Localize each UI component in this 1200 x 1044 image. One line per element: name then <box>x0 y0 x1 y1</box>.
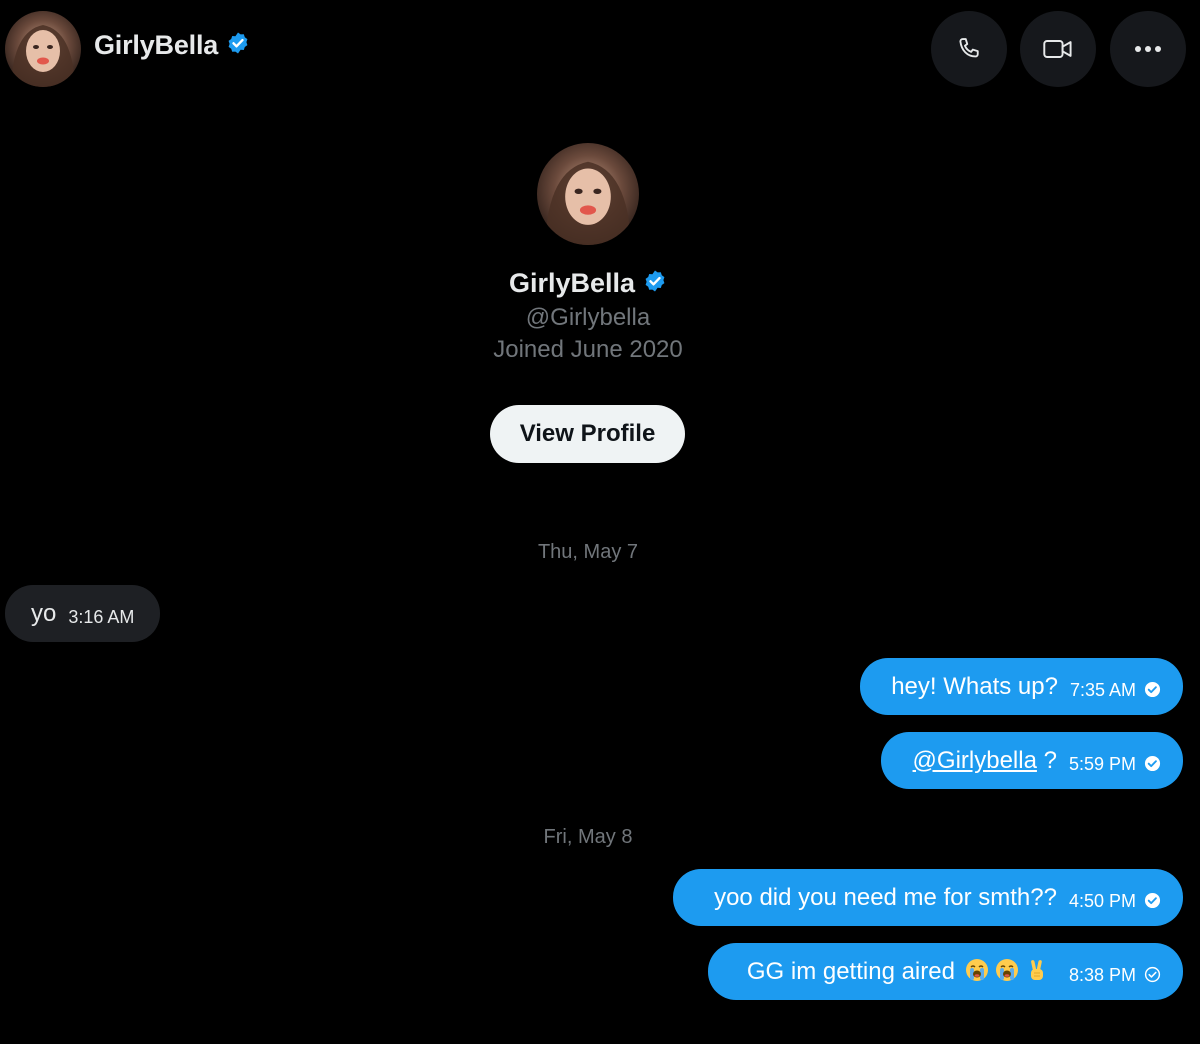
date-separator: Thu, May 7 <box>537 541 639 563</box>
victory-hand-icon <box>1025 958 1049 982</box>
avatar-image <box>5 11 81 87</box>
video-icon <box>1043 40 1072 58</box>
avatar-image <box>537 143 639 245</box>
header-title[interactable]: GirlyBella <box>94 30 250 61</box>
profile-joined-date: Joined June 2020 <box>493 336 683 363</box>
loudly-crying-face-icon <box>965 958 989 982</box>
profile-title: GirlyBella <box>0 268 1176 299</box>
sent-receipt-icon <box>1144 966 1161 988</box>
message-text: yo <box>31 599 57 627</box>
date-separator: Fri, May 8 <box>543 826 633 848</box>
read-receipt-icon <box>1144 892 1161 914</box>
video-call-button[interactable] <box>1020 11 1096 87</box>
header-avatar[interactable] <box>5 11 81 87</box>
call-button[interactable] <box>931 11 1007 87</box>
message-text: yoo did you need me for smth?? <box>714 883 1057 911</box>
mention-link[interactable]: @Girlybella <box>913 747 1037 774</box>
verified-badge-icon <box>643 269 667 298</box>
message-bubble-outgoing[interactable]: GG im getting aired 8:38 PM <box>708 943 1183 1000</box>
phone-icon <box>959 38 979 58</box>
message-bubble-outgoing[interactable]: @Girlybella ? 5:59 PM <box>881 732 1183 789</box>
more-button[interactable] <box>1110 11 1186 87</box>
read-receipt-icon <box>1144 755 1161 777</box>
profile-avatar[interactable] <box>537 143 639 245</box>
loudly-crying-face-icon <box>995 958 1019 982</box>
message-time: 7:35 AM <box>1069 680 1136 700</box>
message-bubble-incoming[interactable]: yo 3:16 AM <box>5 585 160 642</box>
profile-name: GirlyBella <box>508 268 636 298</box>
profile-handle: @Girlybella <box>525 304 651 331</box>
message-bubble-outgoing[interactable]: yoo did you need me for smth?? 4:50 PM <box>673 869 1183 926</box>
view-profile-button[interactable]: View Profile <box>490 405 685 463</box>
message-time: 4:50 PM <box>1068 891 1136 911</box>
message-bubble-outgoing[interactable]: hey! Whats up? 7:35 AM <box>860 658 1183 715</box>
more-icon <box>1135 46 1161 52</box>
header-name: GirlyBella <box>94 30 219 60</box>
message-time: 8:38 PM <box>1068 965 1136 985</box>
message-text: hey! Whats up? <box>891 672 1058 700</box>
message-text: GG im getting aired <box>746 957 955 985</box>
message-text: ? <box>1036 746 1057 774</box>
message-time: 3:16 AM <box>68 607 135 627</box>
read-receipt-icon <box>1144 681 1161 703</box>
message-time: 5:59 PM <box>1068 754 1136 774</box>
verified-badge-icon <box>226 31 250 60</box>
